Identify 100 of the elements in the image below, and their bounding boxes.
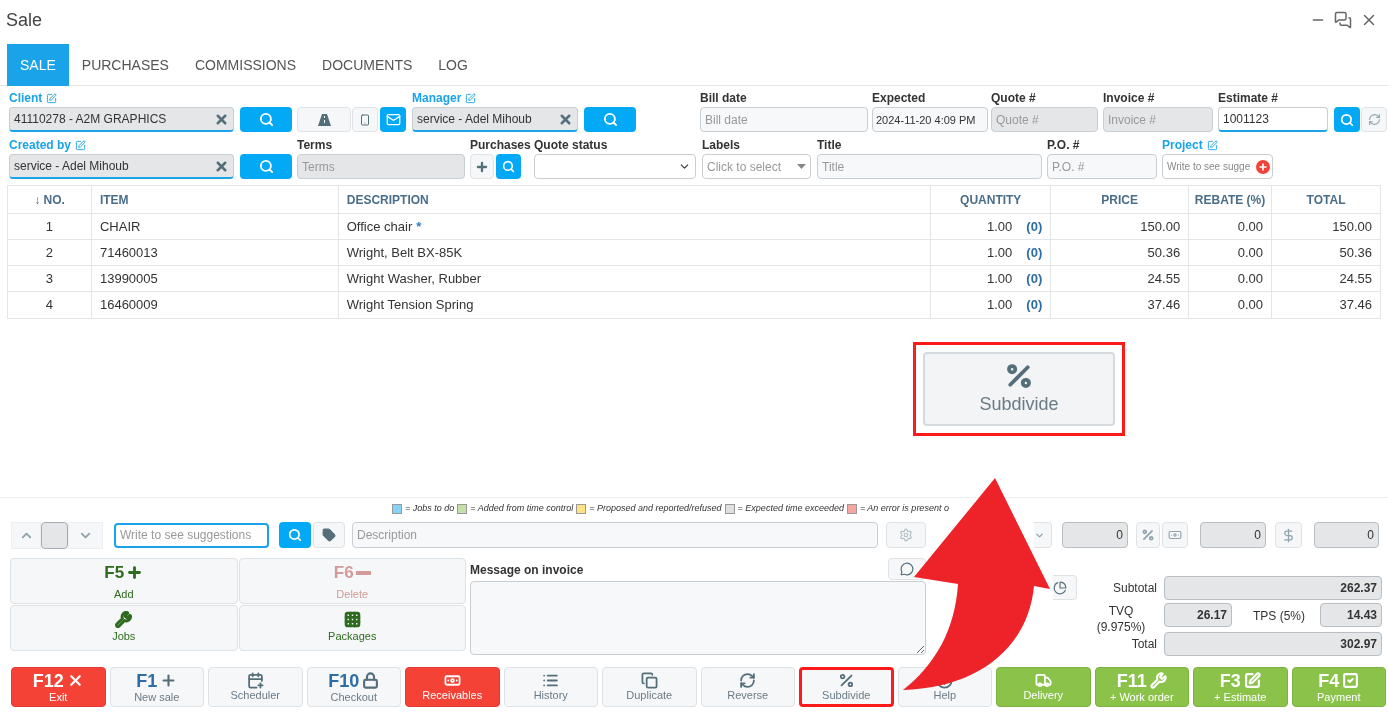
- column-header[interactable]: QUANTITY: [960, 190, 1022, 209]
- number-field[interactable]: 0: [1062, 522, 1128, 548]
- settings-button[interactable]: [886, 522, 926, 548]
- search-icon: [288, 528, 302, 542]
- search-icon: [258, 112, 274, 127]
- legend-label: = Expected time exceeded: [737, 501, 844, 515]
- reserved-link[interactable]: (0): [1026, 295, 1043, 315]
- subtotal-value: 262.37: [1164, 576, 1382, 600]
- down-button[interactable]: [68, 521, 103, 549]
- field-label[interactable]: Manager: [412, 89, 462, 107]
- field-label[interactable]: Client: [9, 89, 43, 107]
- column-header[interactable]: DESCRIPTION: [346, 190, 429, 209]
- search-button[interactable]: [279, 522, 311, 548]
- clear-icon[interactable]: [214, 111, 229, 127]
- toolbar-button[interactable]: History: [503, 667, 598, 707]
- toolbar-button[interactable]: Scheduler: [208, 667, 303, 707]
- list-icon: [542, 672, 560, 689]
- total-label: TPS (5%): [1253, 608, 1306, 625]
- field-label[interactable]: Created by: [9, 136, 72, 154]
- table-cell-text: 71460013: [99, 243, 158, 262]
- table-cell-text: CHAIR: [99, 217, 141, 236]
- project-field[interactable]: Write to see sugge: [1162, 154, 1273, 179]
- text-field[interactable]: 2024-11-20 4:09 PM: [872, 107, 988, 132]
- email-button[interactable]: [380, 107, 406, 132]
- search-icon: [258, 159, 274, 174]
- column-header[interactable]: ITEM: [99, 190, 129, 209]
- tab[interactable]: SALE: [7, 44, 69, 86]
- number-field[interactable]: 0: [1200, 522, 1266, 548]
- field-label: Quote #: [991, 90, 1036, 107]
- text-field[interactable]: Title: [817, 154, 1042, 179]
- edit-icon[interactable]: [465, 92, 477, 104]
- reserved-link[interactable]: (0): [1026, 242, 1043, 263]
- reserved-link[interactable]: (0): [1026, 268, 1043, 289]
- percent-button[interactable]: [1136, 522, 1160, 548]
- lookup-field[interactable]: service - Adel Mihoub: [9, 154, 234, 179]
- toolbar-button[interactable]: Subdivide: [799, 667, 894, 707]
- edit-icon[interactable]: [46, 92, 58, 104]
- toolbar-button[interactable]: F12 Exit: [11, 667, 106, 707]
- clear-icon[interactable]: [558, 111, 573, 127]
- tag-icon: [322, 528, 336, 542]
- toolbar-button[interactable]: Reverse: [700, 667, 795, 707]
- banknote-icon: [1168, 528, 1182, 542]
- add-button[interactable]: [470, 154, 494, 179]
- edit-icon[interactable]: [75, 139, 87, 151]
- reserved-link[interactable]: (0): [1026, 216, 1043, 237]
- column-header[interactable]: PRICE: [1101, 190, 1138, 209]
- tab[interactable]: DOCUMENTS: [309, 44, 426, 86]
- unit-dropdown[interactable]: [1034, 522, 1052, 548]
- field-label[interactable]: Project: [1162, 136, 1203, 154]
- toolbar-button[interactable]: F1 New sale: [109, 667, 204, 707]
- lock-icon: [362, 672, 380, 689]
- column-header[interactable]: TOTAL: [1306, 190, 1346, 209]
- phone-button[interactable]: [352, 107, 378, 132]
- plus-icon: [475, 159, 489, 174]
- tab[interactable]: PURCHASES: [68, 44, 182, 86]
- search-button[interactable]: [240, 154, 292, 179]
- color-square[interactable]: [41, 521, 68, 549]
- table-cell-text: 0.00: [1237, 296, 1264, 315]
- tab[interactable]: COMMISSIONS: [181, 44, 310, 86]
- up-button[interactable]: [11, 521, 41, 549]
- search-button[interactable]: [1334, 107, 1360, 132]
- toolbar-button[interactable]: Duplicate: [602, 667, 697, 707]
- chat-icon[interactable]: [1334, 11, 1352, 29]
- chart-button[interactable]: [1053, 575, 1077, 600]
- item-search-field[interactable]: Write to see suggestions: [114, 522, 269, 548]
- search-button[interactable]: [496, 154, 521, 179]
- text-field[interactable]: Bill date: [700, 107, 868, 132]
- clear-icon[interactable]: [214, 158, 229, 174]
- table-cell-text: Wright Tension Spring: [346, 296, 474, 315]
- add-icon[interactable]: [1256, 160, 1270, 174]
- toolbar-button[interactable]: F10 Checkout: [306, 667, 401, 707]
- refresh-button[interactable]: [1361, 107, 1387, 132]
- description-field[interactable]: Description: [352, 522, 878, 548]
- action-button[interactable]: F5 Add: [10, 558, 238, 604]
- search-button[interactable]: [584, 107, 636, 132]
- labels-dropdown[interactable]: Click to select: [702, 154, 811, 179]
- status-dropdown[interactable]: [534, 154, 696, 179]
- map-button[interactable]: [297, 107, 351, 132]
- money-button[interactable]: [1162, 522, 1188, 548]
- number-field[interactable]: 0: [1314, 522, 1379, 548]
- tag-button[interactable]: [313, 522, 345, 548]
- settings-icon: [899, 528, 913, 542]
- toolbar-button[interactable]: Receivables: [405, 667, 500, 707]
- table-cell-text: 37.46: [1339, 296, 1372, 315]
- text-field[interactable]: 1001123: [1218, 107, 1328, 132]
- table-cell-text: 150.00: [1332, 217, 1372, 236]
- text-field[interactable]: P.O. #: [1047, 154, 1157, 179]
- search-button[interactable]: [240, 107, 292, 132]
- lookup-field[interactable]: service - Adel Mihoub: [412, 107, 578, 132]
- dollar-button[interactable]: [1275, 522, 1302, 548]
- tab[interactable]: LOG: [425, 44, 481, 86]
- field-label: Terms: [297, 137, 333, 154]
- table-cell-text: 13990005: [99, 269, 158, 288]
- action-button[interactable]: Packages: [238, 605, 466, 651]
- action-button[interactable]: Jobs: [10, 605, 238, 651]
- column-header[interactable]: REBATE (%): [1194, 190, 1266, 209]
- edit-icon[interactable]: [1206, 139, 1218, 151]
- legend-label: = An error is present o: [859, 501, 949, 515]
- column-header[interactable]: ↓ NO.: [34, 190, 65, 209]
- lookup-field[interactable]: 41110278 - A2M GRAPHICS: [9, 107, 234, 132]
